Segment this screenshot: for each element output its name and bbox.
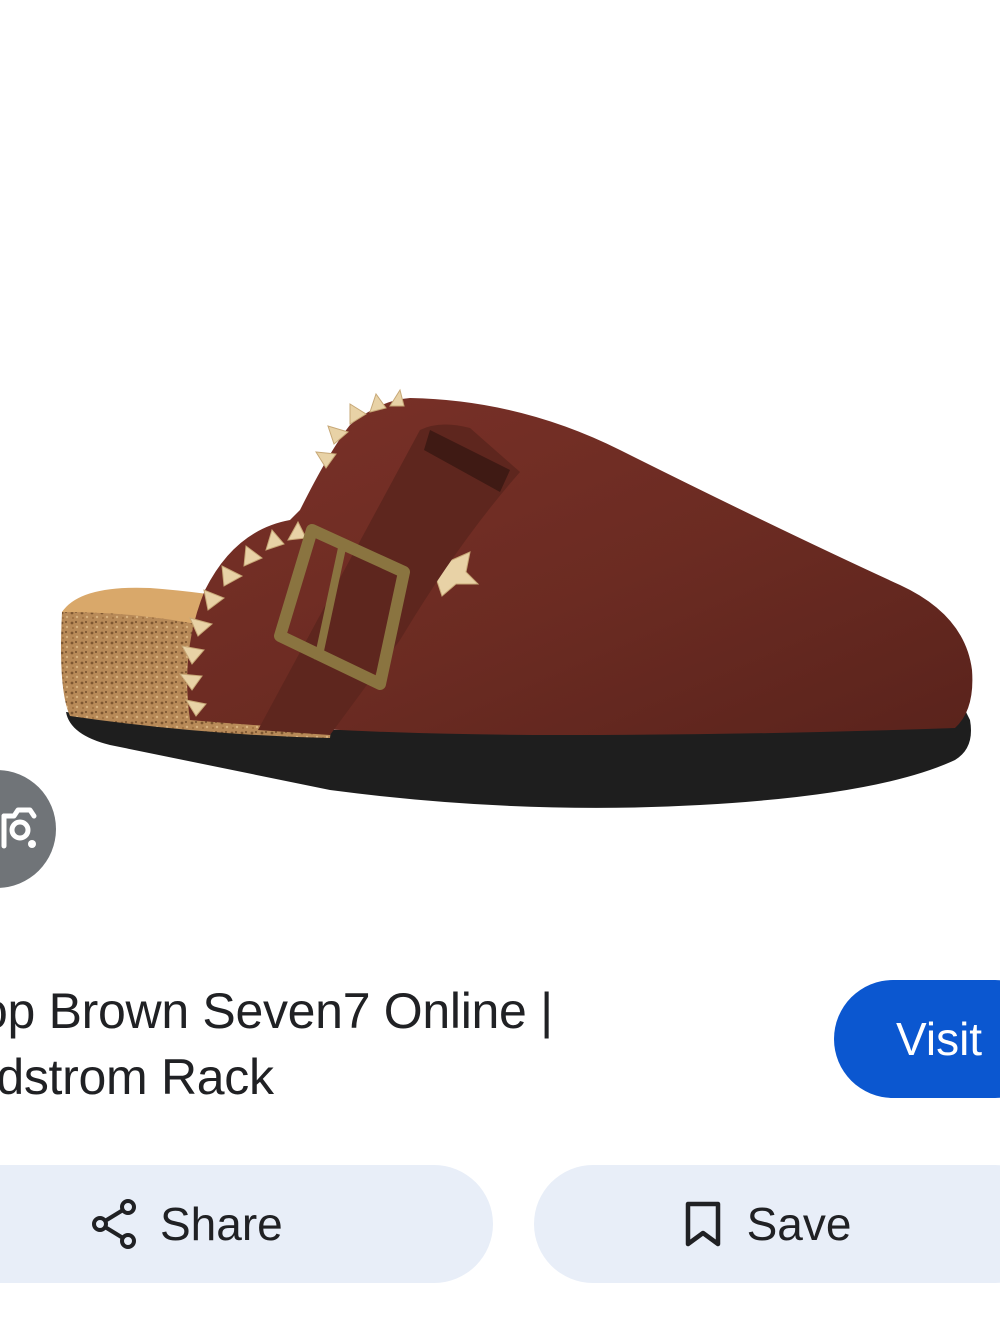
share-button[interactable]: Share <box>0 1165 493 1283</box>
bookmark-icon <box>683 1200 723 1248</box>
result-title[interactable]: op Brown Seven7 Online | rdstrom Rack <box>0 978 770 1110</box>
result-title-line-1: op Brown Seven7 Online | <box>0 983 553 1039</box>
share-label: Share <box>160 1198 283 1250</box>
save-button[interactable]: Save <box>534 1165 1000 1283</box>
save-label: Save <box>746 1198 852 1250</box>
product-image[interactable] <box>0 0 1000 930</box>
visit-button[interactable]: Visit <box>834 980 1000 1098</box>
lens-camera-icon <box>0 806 40 852</box>
brown-clog-illustration <box>61 388 973 808</box>
share-icon <box>90 1198 138 1250</box>
result-title-line-2: rdstrom Rack <box>0 1049 274 1105</box>
image-result-page: op Brown Seven7 Online | rdstrom Rack Vi… <box>0 0 1000 1329</box>
